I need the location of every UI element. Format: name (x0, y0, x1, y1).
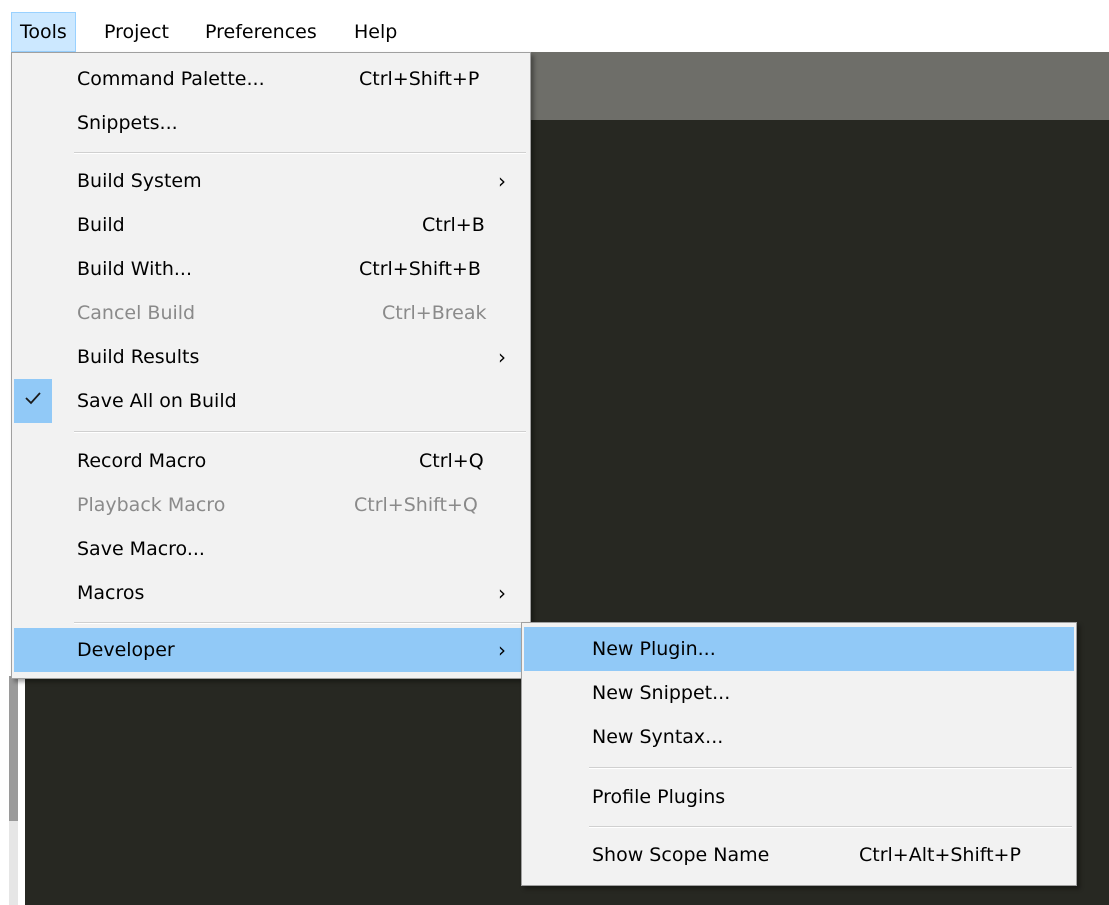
menu-item-label: New Plugin... (592, 638, 716, 660)
menu-item-shortcut: Ctrl+Shift+Q (354, 494, 478, 516)
menu-item-label: Developer (77, 639, 175, 661)
menu-item-label: Build (77, 214, 125, 236)
menu-item-snippets[interactable]: Snippets... (14, 101, 528, 145)
menu-item-label: Macros (77, 582, 145, 604)
menu-item-save-macro[interactable]: Save Macro... (14, 527, 528, 571)
menu-item-label: Cancel Build (77, 302, 196, 324)
menu-separator (74, 622, 526, 624)
chevron-right-icon: › (498, 345, 506, 369)
menu-item-label: Build System (77, 170, 202, 192)
menu-item-label: Snippets... (77, 112, 178, 134)
menu-item-shortcut: Ctrl+Shift+P (359, 68, 480, 90)
menu-separator (589, 767, 1072, 769)
menu-item-cancel-build[interactable]: Cancel Build Ctrl+Break (14, 291, 528, 335)
menu-item-playback-macro[interactable]: Playback Macro Ctrl+Shift+Q (14, 483, 528, 527)
menubar-item-help[interactable]: Help (346, 12, 405, 52)
menu-item-label: Build With... (77, 258, 192, 280)
menu-item-label: Save All on Build (77, 390, 237, 412)
menu-item-label: Command Palette... (77, 68, 265, 90)
menu-separator (74, 431, 526, 433)
menu-item-profile-plugins[interactable]: Profile Plugins (524, 775, 1074, 819)
menu-item-new-syntax[interactable]: New Syntax... (524, 715, 1074, 759)
menu-item-save-all-on-build[interactable]: Save All on Build (14, 379, 528, 423)
chevron-right-icon: › (498, 638, 506, 662)
menu-item-build-results[interactable]: Build Results › (14, 335, 528, 379)
chevron-right-icon: › (498, 169, 506, 193)
menu-item-shortcut: Ctrl+Shift+B (359, 258, 481, 280)
menu-item-label: New Snippet... (592, 682, 731, 704)
menubar-item-project[interactable]: Project (96, 12, 177, 52)
menu-item-label: Playback Macro (77, 494, 226, 516)
menu-item-build-system[interactable]: Build System › (14, 159, 528, 203)
menu-item-label: Show Scope Name (592, 844, 770, 866)
menu-separator (74, 152, 526, 154)
menu-item-shortcut: Ctrl+Alt+Shift+P (859, 844, 1021, 866)
menu-separator (589, 826, 1072, 828)
tools-menu: Command Palette... Ctrl+Shift+P Snippets… (11, 52, 531, 679)
menu-item-label: Build Results (77, 346, 200, 368)
menu-item-label: New Syntax... (592, 726, 724, 748)
menu-item-shortcut: Ctrl+Break (382, 302, 487, 324)
menu-item-new-plugin[interactable]: New Plugin... (524, 627, 1074, 671)
menu-item-label: Record Macro (77, 450, 207, 472)
app-window: Tools Project Preferences Help Command P… (0, 0, 1109, 905)
menu-item-command-palette[interactable]: Command Palette... Ctrl+Shift+P (14, 57, 528, 101)
menu-item-new-snippet[interactable]: New Snippet... (524, 671, 1074, 715)
menubar-item-preferences[interactable]: Preferences (197, 12, 325, 52)
menubar-item-tools[interactable]: Tools (11, 12, 76, 52)
menu-item-label: Profile Plugins (592, 786, 726, 808)
check-gutter (14, 379, 52, 423)
menu-item-label: Save Macro... (77, 538, 205, 560)
menu-item-build-with[interactable]: Build With... Ctrl+Shift+B (14, 247, 528, 291)
menu-item-shortcut: Ctrl+Q (419, 450, 484, 472)
menu-item-developer[interactable]: Developer › (14, 628, 528, 672)
scrollbar-thumb[interactable] (9, 676, 18, 821)
checkmark-icon (25, 392, 41, 405)
menu-item-shortcut: Ctrl+B (422, 214, 485, 236)
menu-item-record-macro[interactable]: Record Macro Ctrl+Q (14, 439, 528, 483)
menu-item-build[interactable]: Build Ctrl+B (14, 203, 528, 247)
menu-item-show-scope-name[interactable]: Show Scope Name Ctrl+Alt+Shift+P (524, 833, 1074, 877)
editor-tab-bar (530, 52, 1109, 120)
menubar: Tools Project Preferences Help (0, 0, 1109, 52)
menu-item-macros[interactable]: Macros › (14, 571, 528, 615)
developer-submenu: New Plugin... New Snippet... New Syntax.… (521, 622, 1077, 886)
chevron-right-icon: › (498, 581, 506, 605)
